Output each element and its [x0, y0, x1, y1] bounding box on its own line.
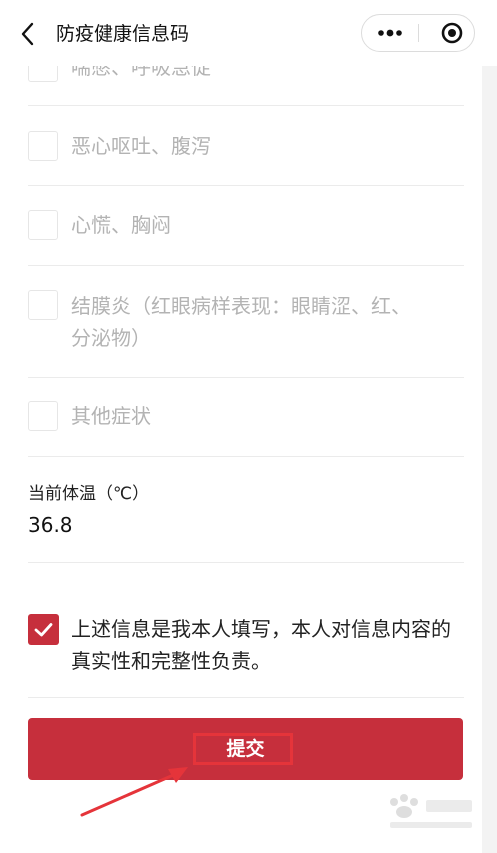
symptom-checkbox[interactable]	[28, 401, 58, 431]
divider	[28, 697, 464, 698]
divider	[28, 377, 464, 378]
target-close-icon	[441, 22, 463, 44]
form-content: 喘憋、呼吸急促 恶心呕吐、腹泻 心慌、胸闷 结膜炎（红眼病样表现：眼睛涩、红、分…	[0, 66, 482, 853]
annotation-arrow-icon	[80, 767, 188, 817]
symptom-checkbox[interactable]	[28, 210, 58, 240]
temperature-input[interactable]: 36.8	[28, 510, 73, 540]
symptom-label: 恶心呕吐、腹泻	[71, 134, 211, 158]
divider	[28, 185, 464, 186]
symptom-checkbox[interactable]	[28, 66, 58, 82]
more-dots-icon	[378, 29, 402, 37]
symptom-option[interactable]: 结膜炎（红眼病样表现：眼睛涩、红、分泌物）	[28, 290, 464, 380]
divider	[28, 105, 464, 106]
symptom-option[interactable]: 喘憋、呼吸急促	[28, 66, 464, 106]
checkmark-icon	[34, 623, 53, 637]
agreement-checkbox[interactable]	[28, 614, 59, 645]
divider	[28, 265, 464, 266]
symptom-label: 其他症状	[71, 404, 151, 428]
more-button[interactable]	[362, 15, 418, 51]
temperature-label: 当前体温（℃）	[28, 484, 150, 504]
nav-bar: 防疫健康信息码	[0, 0, 497, 66]
side-background	[482, 66, 497, 853]
symptom-option[interactable]: 恶心呕吐、腹泻	[28, 131, 464, 201]
watermark-logo-icon	[390, 794, 472, 828]
symptom-option[interactable]: 其他症状	[28, 401, 464, 471]
back-button[interactable]	[17, 20, 41, 48]
close-button[interactable]	[419, 15, 475, 51]
symptom-checkbox[interactable]	[28, 290, 58, 320]
symptom-label: 喘憋、呼吸急促	[71, 66, 211, 79]
symptom-checkbox[interactable]	[28, 131, 58, 161]
symptom-option[interactable]: 心慌、胸闷	[28, 210, 464, 280]
divider	[28, 456, 464, 457]
symptom-label: 心慌、胸闷	[71, 213, 171, 237]
mini-program-capsule	[361, 14, 475, 52]
back-chevron-icon	[21, 22, 34, 46]
page-title: 防疫健康信息码	[56, 23, 190, 45]
symptom-label: 结膜炎（红眼病样表现：眼睛涩、红、分泌物）	[71, 294, 411, 350]
divider	[28, 562, 464, 563]
agreement-text: 上述信息是我本人填写，本人对信息内容的真实性和完整性负责。	[71, 617, 451, 673]
highlight-box	[193, 733, 293, 765]
